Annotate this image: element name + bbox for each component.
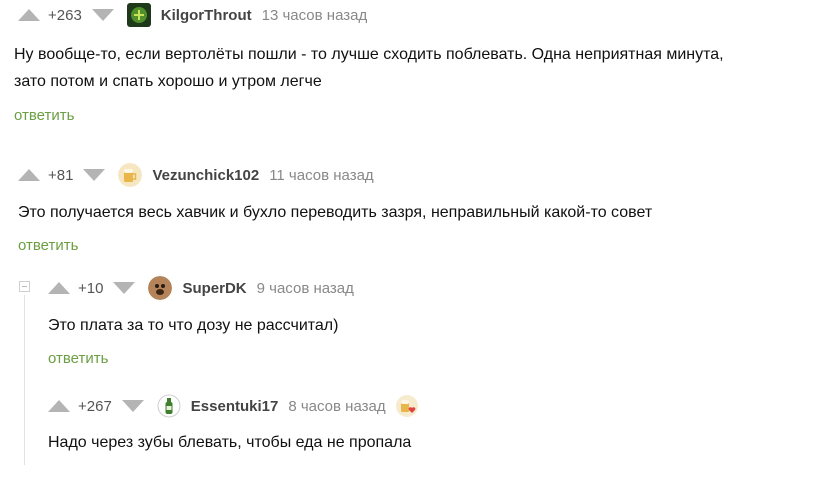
downvote-icon[interactable] [83, 169, 106, 181]
comment-rating: +10 [78, 279, 104, 297]
upvote-icon[interactable] [18, 169, 40, 181]
reply-link[interactable]: ответить [18, 237, 78, 254]
thread-line[interactable] [24, 295, 25, 465]
comment-rating: +81 [48, 166, 74, 184]
upvote-icon[interactable] [48, 282, 70, 294]
downvote-icon[interactable] [91, 9, 114, 21]
comment-text-line: Это плата за то что дозу не рассчитал) [48, 317, 339, 334]
comment-text-line: Ну вообще-то, если вертолёты пошли - то … [14, 46, 724, 63]
beer-avatar-icon[interactable] [118, 163, 143, 187]
comment-reply: +10 SuperDK 9 часов назад Это плата за т… [40, 274, 832, 374]
comment-time[interactable]: 9 часов назад [257, 280, 354, 297]
comment-text-line: Это получается весь хавчик и бухло перев… [18, 204, 653, 221]
beer-heart-badge-icon [395, 395, 418, 417]
comment-header: +267 Essentuki17 8 часов назад [48, 394, 418, 418]
comment-time[interactable]: 8 часов назад [288, 398, 385, 415]
comment-text: Это получается весь хавчик и бухло перев… [18, 199, 652, 226]
comment-text: Это плата за то что дозу не рассчитал) [48, 312, 338, 339]
upvote-icon[interactable] [48, 400, 70, 412]
reply-link[interactable]: ответить [14, 107, 74, 124]
comment-text-line: Надо через зубы блевать, чтобы еда не пр… [48, 434, 412, 451]
downvote-icon[interactable] [113, 282, 136, 294]
comment-username[interactable]: Vezunchick102 [152, 167, 259, 184]
game-avatar-icon[interactable] [126, 3, 151, 27]
dog-avatar-icon[interactable] [148, 276, 173, 300]
comment-text: Ну вообще-то, если вертолёты пошли - то … [14, 41, 724, 95]
comment-text-line: зато потом и спать хорошо и утром легче [14, 73, 322, 90]
comment-username[interactable]: SuperDK [182, 280, 246, 297]
comment-rating: +263 [48, 6, 82, 24]
comment-reply: +267 Essentuki17 8 часов назад Надо чере… [40, 392, 832, 472]
reply-link[interactable]: ответить [48, 350, 108, 367]
upvote-icon[interactable] [18, 9, 40, 21]
comment: +81 Vezunchick102 11 часов назад Это пол… [0, 160, 832, 270]
comment-header: +81 Vezunchick102 11 часов назад [18, 163, 374, 187]
comment: +263 KilgorThrout 13 часов назад Ну вооб… [0, 0, 832, 130]
comment-time[interactable]: 11 часов назад [269, 167, 373, 184]
comment-username[interactable]: KilgorThrout [161, 7, 252, 24]
comment-rating: +267 [78, 397, 112, 415]
collapse-thread-button[interactable] [19, 281, 30, 292]
comment-username[interactable]: Essentuki17 [191, 398, 279, 415]
downvote-icon[interactable] [121, 400, 144, 412]
bottle-avatar-icon[interactable] [157, 394, 181, 418]
comment-header: +10 SuperDK 9 часов назад [48, 276, 354, 300]
comment-header: +263 KilgorThrout 13 часов назад [18, 3, 367, 27]
comment-text: Надо через зубы блевать, чтобы еда не пр… [48, 429, 411, 456]
comment-time[interactable]: 13 часов назад [262, 7, 368, 24]
